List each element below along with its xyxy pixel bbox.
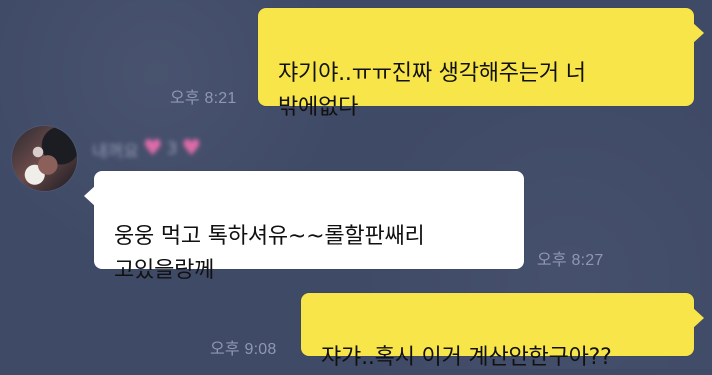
message-bubble-incoming[interactable]: 웅웅 먹고 톡하셔유~~롤할판쌔리 고있을랑께 [84, 171, 524, 283]
pink-heart-icon: ♥ [181, 136, 202, 161]
profile-avatar[interactable] [12, 126, 77, 191]
message-text: 쟈갸..혹시 이거 계산안한구아?? [321, 345, 612, 370]
message-bubble-outgoing-1[interactable]: 쟈기야..ㅠㅠ진짜 생각해주는거 너 밖에없다 [258, 8, 704, 120]
message-text: 쟈기야..ㅠㅠ진짜 생각해주는거 너 밖에없다 [278, 61, 586, 120]
chat-screen: 쟈기야..ㅠㅠ진짜 생각해주는거 너 밖에없다 오후 8:21 내꺼요 ♥ 3 … [0, 0, 712, 370]
message-time: 오후 9:08 [210, 341, 277, 358]
sender-name-suffix: 3 [166, 139, 178, 159]
message-text: 웅웅 먹고 톡하셔유~~롤할판쌔리 고있을랑께 [114, 224, 425, 283]
message-bubble-outgoing-2[interactable]: 쟈갸..혹시 이거 계산안한구아?? [301, 293, 704, 370]
sender-name: 내꺼요 [92, 141, 139, 162]
message-time: 오후 8:27 [537, 252, 604, 269]
pink-heart-icon: ♥ [142, 136, 163, 161]
message-time: 오후 8:21 [170, 90, 237, 107]
sender-name-blurred: 내꺼요 ♥ 3 ♥ [92, 136, 242, 162]
